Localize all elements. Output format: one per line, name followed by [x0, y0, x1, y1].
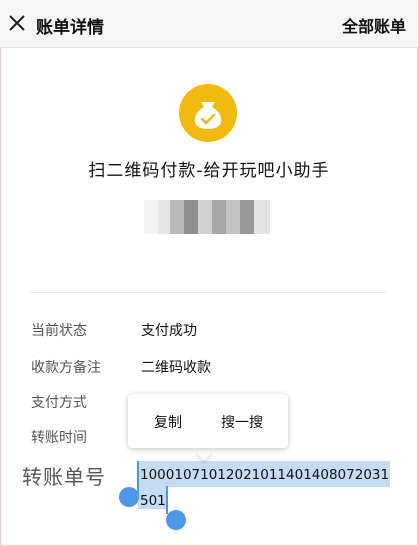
amount-blurred: [144, 200, 270, 234]
payee-note-label: 收款方备注: [31, 360, 101, 376]
selection-end-handle[interactable]: [166, 510, 186, 530]
search-button[interactable]: 搜一搜: [221, 412, 263, 432]
order-number-value[interactable]: 10001071012021011401408072031501: [140, 462, 390, 514]
selection-start-handle[interactable]: [119, 487, 139, 507]
close-icon[interactable]: [6, 12, 28, 34]
money-bag-icon: [179, 84, 237, 142]
order-number-label: 转账单号: [22, 465, 106, 489]
section-divider: [30, 292, 386, 293]
all-bills-link[interactable]: 全部账单: [342, 13, 406, 37]
status-value: 支付成功: [141, 323, 197, 339]
merchant-name: 扫二维码付款-给开玩吧小助手: [88, 161, 330, 181]
page-title: 账单详情: [36, 18, 104, 38]
copy-button[interactable]: 复制: [154, 412, 182, 432]
top-bar: 账单详情 全部账单: [0, 0, 418, 48]
text-context-menu: 复制 搜一搜: [128, 394, 288, 448]
payment-method-label: 支付方式: [31, 395, 87, 411]
selection-end-cursor: [166, 486, 168, 514]
status-label: 当前状态: [31, 323, 87, 339]
transfer-time-label: 转账时间: [31, 430, 87, 446]
payee-note-value: 二维码收款: [141, 360, 211, 376]
